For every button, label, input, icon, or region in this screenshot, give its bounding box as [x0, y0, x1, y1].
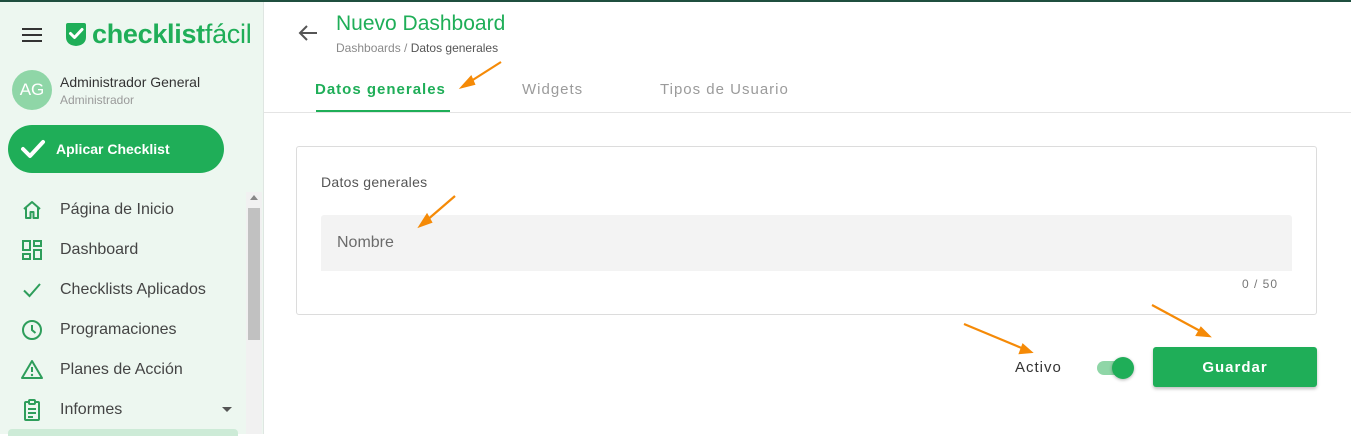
breadcrumb-current: Datos generales	[410, 41, 499, 55]
sidebar-item-label: Programaciones	[60, 321, 177, 338]
sidebar-item-label: Dashboard	[60, 241, 139, 258]
clock-icon	[22, 320, 42, 340]
sidebar-item-label: Página de Inicio	[60, 201, 174, 218]
hamburger-menu-icon[interactable]	[22, 28, 42, 44]
sidebar-item-partial[interactable]	[8, 429, 238, 436]
active-label: Activo	[1015, 359, 1062, 376]
page-title: Nuevo Dashboard	[336, 12, 506, 35]
sidebar-nav: Página de Inicio Dashboard Checklists Ap…	[0, 190, 246, 430]
home-icon	[23, 201, 41, 219]
tab-datos-generales[interactable]: Datos generales	[315, 81, 446, 98]
save-button[interactable]: Guardar	[1153, 347, 1317, 387]
toggle-knob	[1112, 357, 1134, 379]
breadcrumb: Dashboards / Datos generales	[336, 41, 498, 55]
clipboard-icon	[24, 399, 40, 421]
avatar[interactable]: AG	[12, 70, 52, 110]
scroll-up-arrow-icon[interactable]	[250, 195, 258, 200]
character-counter: 0 / 50	[1242, 277, 1279, 291]
breadcrumb-parent[interactable]: Dashboards /	[336, 41, 407, 55]
active-toggle[interactable]	[1096, 357, 1134, 379]
annotation-arrowhead	[1195, 326, 1212, 338]
warning-icon	[21, 360, 43, 379]
apply-checklist-button[interactable]: Aplicar Checklist	[8, 125, 224, 173]
sidebar-item-dashboard[interactable]: Dashboard	[0, 230, 246, 270]
user-name: Administrador General	[60, 74, 201, 90]
name-input[interactable]: Nombre	[321, 215, 1292, 271]
annotation-arrow	[963, 322, 1025, 351]
tab-widgets[interactable]: Widgets	[522, 81, 583, 98]
dashboard-icon	[22, 240, 42, 260]
logo-text-bold: checklist	[92, 18, 205, 49]
logo-text-light: fácil	[204, 18, 252, 49]
general-data-card: Datos generales Nombre 0 / 50	[296, 146, 1317, 315]
scrollbar-thumb[interactable]	[248, 208, 260, 340]
sidebar-item-programaciones[interactable]: Programaciones	[0, 310, 246, 350]
tab-tipos-de-usuario[interactable]: Tipos de Usuario	[660, 81, 789, 98]
app-logo[interactable]: checklistfácil	[64, 18, 252, 49]
sidebar-item-label: Informes	[60, 401, 123, 418]
sidebar-item-inicio[interactable]: Página de Inicio	[0, 190, 246, 230]
logo-check-icon	[66, 23, 86, 46]
sidebar-item-informes[interactable]: Informes	[0, 390, 246, 430]
chevron-down-icon[interactable]	[222, 407, 232, 412]
sidebar-scrollbar[interactable]	[246, 192, 262, 434]
sidebar-item-checklists-aplicados[interactable]: Checklists Aplicados	[0, 270, 246, 310]
user-role: Administrador	[60, 93, 135, 107]
sidebar-item-label: Planes de Acción	[60, 361, 183, 378]
annotation-arrowhead	[1018, 343, 1034, 355]
back-arrow-icon[interactable]	[296, 22, 320, 44]
check-icon	[21, 140, 45, 158]
section-title: Datos generales	[321, 174, 428, 190]
active-tab-indicator	[316, 110, 450, 112]
apply-checklist-label: Aplicar Checklist	[56, 141, 170, 157]
check-icon	[23, 283, 41, 298]
sidebar: checklistfácil AG Administrador General …	[0, 2, 264, 436]
name-input-placeholder: Nombre	[337, 234, 394, 251]
tab-bar: Datos generales Widgets Tipos de Usuario	[264, 64, 1351, 113]
sidebar-item-planes-de-accion[interactable]: Planes de Acción	[0, 350, 246, 390]
sidebar-item-label: Checklists Aplicados	[60, 281, 206, 298]
